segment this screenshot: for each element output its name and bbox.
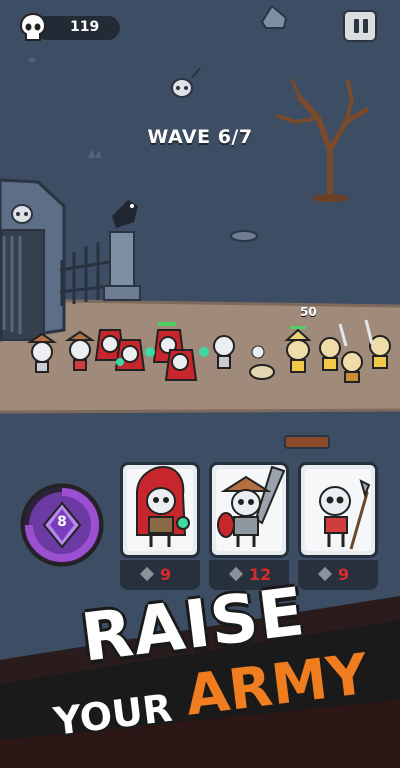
unit-card-skeleton-spearman[interactable] [298, 462, 378, 558]
skull-currency-counter: 119 [18, 12, 120, 42]
allied-unit [164, 349, 198, 381]
enemy-unit [341, 351, 363, 383]
allied-unit [114, 339, 146, 371]
wave-indicator: WAVE 6/7 [147, 126, 253, 148]
log-decoration [284, 435, 330, 449]
unit-card-skeleton-mage[interactable] [120, 462, 200, 558]
damage-number: 50 [300, 305, 317, 319]
unit-cost-skeleton-spearman: 9 [298, 560, 378, 590]
skull-count: 119 [70, 19, 100, 35]
unit-cost-skeleton-mage: 9 [120, 560, 200, 590]
skeleton-spearman-icon [319, 479, 371, 550]
skeleton-mage-icon [136, 465, 190, 547]
skeleton-swordsman-icon [217, 465, 286, 547]
pause-button[interactable] [343, 10, 377, 42]
bone-gem-icon [317, 566, 333, 582]
bone-gem-icon [139, 566, 155, 582]
mana-count: 8 [57, 514, 67, 530]
crypt-building [0, 178, 66, 342]
pause-icon [354, 19, 359, 33]
enemy-unit [284, 328, 312, 373]
unit-card-skeleton-swordsman[interactable] [209, 462, 289, 558]
bone-gem-icon [228, 566, 244, 582]
skull-icon [19, 12, 47, 41]
